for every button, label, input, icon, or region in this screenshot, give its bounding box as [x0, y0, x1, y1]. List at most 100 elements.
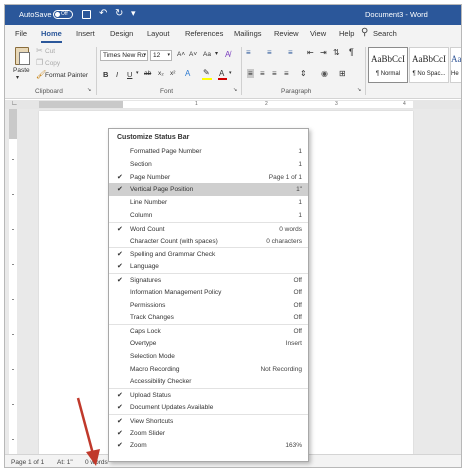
menu-item-label: Language	[130, 263, 159, 271]
menu-item[interactable]: ✔ Word Count 0 words	[109, 221, 308, 235]
menu-item[interactable]: ✔ Upload Status	[109, 388, 308, 401]
menu-item-label: Overtype	[130, 339, 157, 347]
tab-help[interactable]: Help	[339, 29, 354, 38]
sort-icon[interactable]: ⇅	[333, 48, 340, 57]
highlight-icon[interactable]: ✎	[203, 68, 210, 77]
paste-dropdown-icon[interactable]: ▾	[16, 74, 19, 81]
menu-item[interactable]: Track Changes Off	[109, 311, 308, 324]
menu-item[interactable]: Character Count (with spaces) 0 character…	[109, 235, 308, 248]
menu-item[interactable]: ✔ View Shortcuts	[109, 413, 308, 427]
search-box[interactable]: Search	[373, 29, 397, 38]
bold-button[interactable]: B	[103, 70, 108, 79]
font-size-combo[interactable]: 12 ▾	[150, 50, 172, 61]
vertical-ruler[interactable]	[9, 109, 17, 454]
borders-icon[interactable]: ⊞	[339, 69, 346, 78]
font-color-bar	[218, 78, 227, 80]
strikethrough-button[interactable]: ab	[144, 70, 151, 77]
menu-item[interactable]: Accessibility Checker	[109, 375, 308, 388]
multilevel-list-icon[interactable]: ≡	[288, 48, 293, 57]
menu-item[interactable]: Line Number 1	[109, 196, 308, 209]
menu-item[interactable]: ✔ Page Number Page 1 of 1	[109, 171, 308, 184]
search-icon[interactable]: ⚲	[361, 27, 368, 38]
menu-item[interactable]: Caps Lock Off	[109, 324, 308, 337]
status-page-number[interactable]: Page 1 of 1	[11, 459, 44, 466]
menu-item-label: Track Changes	[130, 314, 174, 322]
line-spacing-icon[interactable]: ⇕	[300, 69, 307, 78]
italic-button[interactable]: I	[116, 70, 118, 79]
menu-item-label: Information Management Policy	[130, 288, 222, 296]
shading-icon[interactable]: ◉	[321, 69, 328, 78]
paste-icon[interactable]	[15, 47, 30, 65]
save-icon[interactable]	[82, 10, 91, 19]
menu-item[interactable]: ✔ Language	[109, 260, 308, 273]
underline-dropdown-icon[interactable]: ▾	[136, 70, 139, 76]
font-color-dropdown-icon[interactable]: ▾	[229, 70, 232, 76]
align-left-icon[interactable]: ≡	[247, 69, 254, 78]
tab-mailings[interactable]: Mailings	[234, 29, 262, 38]
undo-icon[interactable]: ↶	[99, 8, 107, 19]
style-normal[interactable]: AaBbCcI ¶ Normal	[368, 47, 408, 83]
quick-access-dropdown-icon[interactable]: ▾	[131, 8, 136, 19]
redo-icon[interactable]: ↻	[115, 8, 123, 19]
ruler-number: 3	[335, 101, 338, 107]
shrink-font-button[interactable]: A˅	[189, 51, 197, 58]
autosave-toggle[interactable]: Off	[53, 10, 73, 19]
paragraph-launcher-icon[interactable]: ↘	[357, 87, 361, 93]
tab-view[interactable]: View	[310, 29, 326, 38]
customize-status-bar-menu: Customize Status Bar Formatted Page Numb…	[108, 128, 309, 462]
menu-item[interactable]: Column 1	[109, 209, 308, 222]
change-case-button[interactable]: Aa	[203, 51, 211, 58]
change-case-dropdown-icon[interactable]: ▾	[215, 50, 218, 57]
tab-home[interactable]: Home	[41, 29, 62, 43]
font-launcher-icon[interactable]: ↘	[233, 87, 237, 93]
tab-selector-icon[interactable]: ∟	[11, 100, 18, 107]
menu-item[interactable]: Overtype Insert	[109, 337, 308, 350]
tab-design[interactable]: Design	[110, 29, 133, 38]
menu-item[interactable]: ✔ Signatures Off	[109, 272, 308, 286]
menu-item[interactable]: Information Management Policy Off	[109, 286, 308, 299]
menu-item[interactable]: ✔ Zoom 163%	[109, 439, 308, 452]
paste-button[interactable]: Paste	[13, 67, 30, 74]
menu-item[interactable]: Permissions Off	[109, 299, 308, 312]
font-name-combo[interactable]: Times New Ro ▾	[100, 50, 148, 61]
text-effects-button[interactable]: A	[185, 69, 190, 78]
cut-icon[interactable]: ✂	[36, 46, 43, 55]
subscript-button[interactable]: x₂	[158, 70, 164, 77]
font-color-button[interactable]: A	[219, 69, 224, 78]
bullets-icon[interactable]: ≡	[246, 48, 251, 57]
tab-references[interactable]: References	[185, 29, 223, 38]
cut-button[interactable]: Cut	[45, 48, 55, 55]
grow-font-button[interactable]: A˄	[177, 51, 185, 58]
tab-review[interactable]: Review	[274, 29, 299, 38]
format-painter-button[interactable]: Format Painter	[45, 72, 88, 79]
decrease-indent-icon[interactable]: ⇤	[307, 48, 314, 57]
align-right-icon[interactable]: ≡	[272, 69, 277, 78]
menu-item-label: Upload Status	[130, 392, 171, 400]
menu-item[interactable]: ✔ Zoom Slider	[109, 427, 308, 440]
underline-button[interactable]: U	[127, 70, 132, 79]
menu-item[interactable]: ✔ Document Updates Available	[109, 401, 308, 414]
menu-item[interactable]: Selection Mode	[109, 350, 308, 363]
menu-item[interactable]: ✔ Vertical Page Position 1"	[109, 183, 308, 197]
align-center-icon[interactable]: ≡	[260, 69, 265, 78]
superscript-button[interactable]: x²	[170, 70, 175, 77]
tab-layout[interactable]: Layout	[147, 29, 170, 38]
horizontal-ruler[interactable]: ∟ 1 2 3 4	[5, 100, 461, 109]
increase-indent-icon[interactable]: ⇥	[320, 48, 327, 57]
menu-item[interactable]: Section 1	[109, 158, 308, 171]
clear-formatting-button[interactable]: A̸	[225, 50, 230, 59]
menu-item[interactable]: ✔ Spelling and Grammar Check	[109, 247, 308, 260]
style-no-spacing[interactable]: AaBbCcI ¶ No Spac...	[409, 47, 449, 83]
numbering-icon[interactable]: ≡	[267, 48, 272, 57]
tab-file[interactable]: File	[15, 29, 27, 38]
tab-insert[interactable]: Insert	[76, 29, 95, 38]
style-heading[interactable]: AaBb He	[450, 47, 461, 83]
status-vertical-position[interactable]: At: 1"	[57, 459, 73, 466]
copy-icon[interactable]: ❐	[36, 58, 43, 67]
justify-icon[interactable]: ≡	[284, 69, 289, 78]
copy-button[interactable]: Copy	[45, 60, 60, 67]
clipboard-launcher-icon[interactable]: ↘	[87, 87, 91, 93]
menu-item[interactable]: Macro Recording Not Recording	[109, 363, 308, 376]
menu-item[interactable]: Formatted Page Number 1	[109, 145, 308, 158]
show-paragraph-marks-icon[interactable]: ¶	[349, 47, 354, 57]
